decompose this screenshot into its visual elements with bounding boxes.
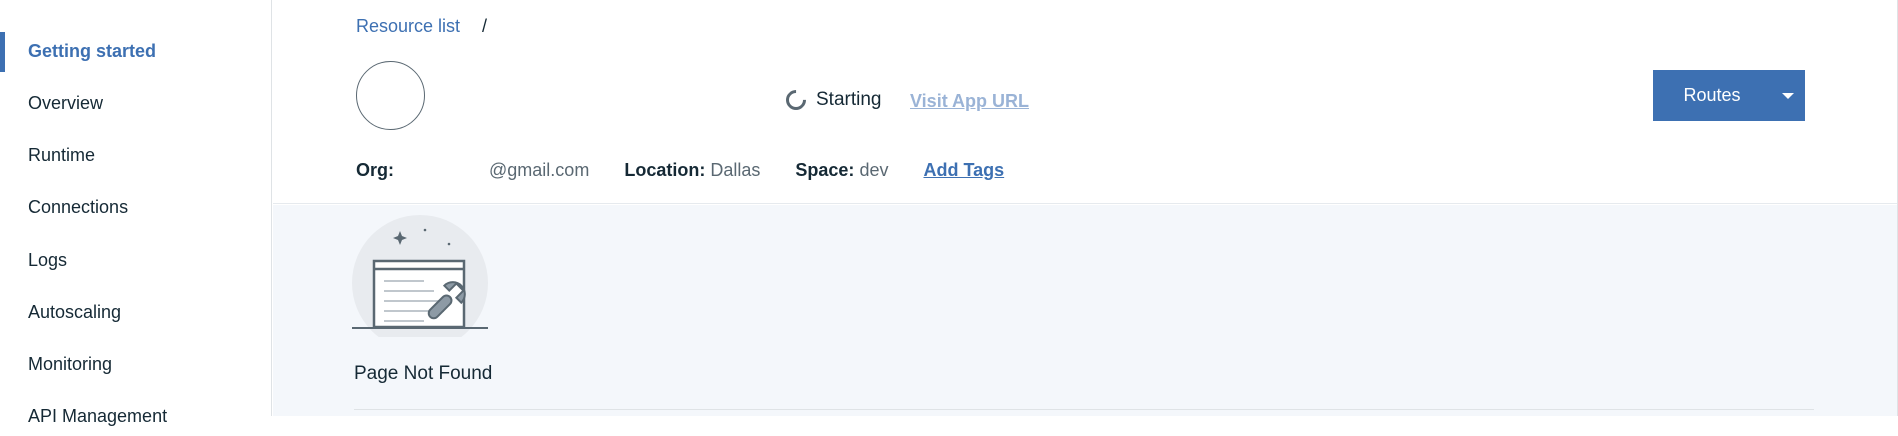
sidebar-nav: Getting started Overview Runtime Connect… xyxy=(0,0,272,426)
main-content: Page Not Found xyxy=(273,205,1898,416)
space-value: dev xyxy=(859,160,889,180)
sidebar-item-logs[interactable]: Logs xyxy=(0,240,272,280)
routes-button-label: Routes xyxy=(1683,85,1741,105)
empty-state-message: Page Not Found xyxy=(354,363,493,384)
location-value: Dallas xyxy=(710,160,761,180)
app-meta: Org: @gmail.com Location: Dallas Space: … xyxy=(356,158,1004,182)
breadcrumb-resource-list-link[interactable]: Resource list xyxy=(356,16,460,36)
sidebar-item-overview[interactable]: Overview xyxy=(0,83,272,123)
breadcrumb-separator: / xyxy=(482,16,488,36)
status-text: Starting xyxy=(816,89,882,110)
divider xyxy=(354,409,1814,410)
breadcrumb: Resource list / xyxy=(356,14,487,38)
wrench-window-icon xyxy=(352,215,488,337)
sidebar-item-autoscaling[interactable]: Autoscaling xyxy=(0,292,272,332)
location-label: Location: xyxy=(624,160,706,180)
visit-app-url-link[interactable]: Visit App URL xyxy=(910,89,1029,113)
app-status: Starting xyxy=(781,85,882,115)
app-avatar xyxy=(356,61,425,130)
space-label: Space: xyxy=(795,160,855,180)
org-value: @gmail.com xyxy=(489,160,590,180)
sidebar-item-runtime[interactable]: Runtime xyxy=(0,135,272,175)
sidebar-item-api-management[interactable]: API Management xyxy=(0,396,272,436)
add-tags-link[interactable]: Add Tags xyxy=(923,160,1004,180)
sidebar-item-monitoring[interactable]: Monitoring xyxy=(0,344,272,384)
chevron-down-icon[interactable] xyxy=(1771,70,1805,121)
routes-button[interactable]: Routes xyxy=(1653,70,1805,121)
loading-spinner-icon xyxy=(781,85,811,115)
org-label: Org: xyxy=(356,160,394,180)
app-header: Resource list / Starting Visit App URL Ro… xyxy=(273,0,1898,204)
sidebar-item-getting-started[interactable]: Getting started xyxy=(0,31,272,72)
sidebar-item-connections[interactable]: Connections xyxy=(0,187,272,227)
